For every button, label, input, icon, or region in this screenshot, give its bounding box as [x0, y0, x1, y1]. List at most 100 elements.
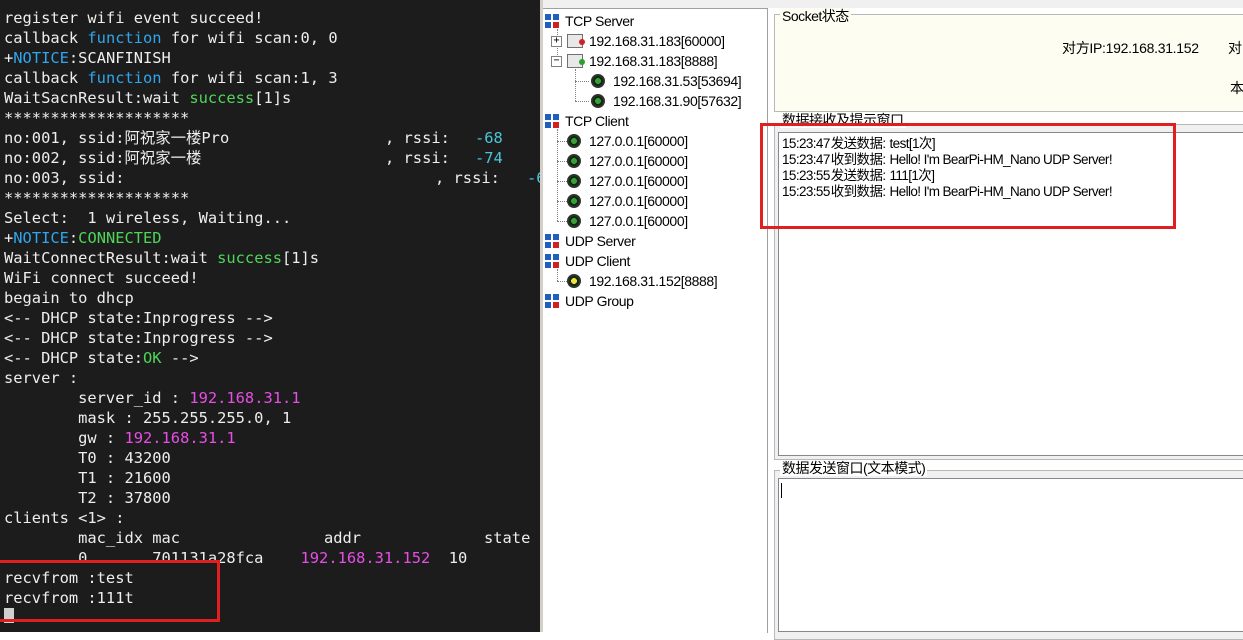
terminal-line: begain to dhcp	[4, 288, 134, 308]
terminal-line: ********************	[4, 188, 189, 208]
tree-group-udp-group[interactable]: UDP Group	[565, 291, 634, 311]
tree-connector-line	[557, 129, 558, 221]
network-group-icon	[545, 234, 559, 248]
terminal-text: NOTICE	[13, 229, 69, 247]
tree-connector-line	[575, 101, 589, 102]
terminal-text: callback	[4, 69, 88, 87]
tree-item-connection[interactable]: 192.168.31.183[8888]	[589, 51, 718, 71]
terminal-text: 10	[430, 549, 468, 567]
tree-connector-line	[557, 281, 567, 282]
terminal-line: T0 : 43200	[4, 448, 171, 468]
terminal-line: clients <1> :	[4, 508, 124, 528]
tree-group-tcp-client[interactable]: TCP Client	[565, 111, 629, 131]
terminal-text: function	[87, 69, 162, 87]
terminal-line: <-- DHCP state:Inprogress -->	[4, 328, 273, 348]
tree-item-connection[interactable]: 127.0.0.1[60000]	[589, 151, 688, 171]
terminal-line: server :	[4, 368, 78, 388]
send-textarea[interactable]	[778, 478, 1243, 632]
terminal-text: register wifi event succeed!	[4, 9, 264, 27]
tree-item-connection[interactable]: 192.168.31.152[8888]	[589, 271, 718, 291]
terminal-text: NOTICE	[13, 49, 69, 67]
tree-connector-line	[557, 221, 567, 222]
terminal-line: register wifi event succeed!	[4, 8, 263, 28]
terminal-text: 192.168.31.1	[189, 389, 301, 407]
tree-group-udp-server[interactable]: UDP Server	[565, 231, 636, 251]
terminal-text: server_id :	[4, 389, 190, 407]
peer-port-label: 对	[1228, 40, 1242, 56]
text-caret	[781, 483, 782, 498]
terminal-line: callback function for wifi scan:0, 0	[4, 28, 338, 48]
terminal-line: callback function for wifi scan:1, 3	[4, 68, 338, 88]
connection-icon	[567, 134, 581, 148]
connection-tree[interactable]: TCP Server +192.168.31.183[60000] − 192.168…	[543, 8, 768, 633]
terminal-column-text: -74	[475, 149, 503, 167]
terminal-text: for wifi scan:1, 3	[161, 69, 338, 87]
terminal-line: <-- DHCP state:Inprogress -->	[4, 308, 273, 328]
terminal-text: gw :	[4, 429, 125, 447]
network-group-icon	[545, 254, 559, 268]
terminal-text: clients <1> :	[4, 509, 125, 527]
tree-item-connection[interactable]: 192.168.31.53[53694]	[613, 71, 742, 91]
network-group-icon	[545, 114, 559, 128]
peer-ip-label: 对方IP:192.168.31.152	[1062, 40, 1199, 56]
tree-connector-line	[557, 161, 567, 162]
terminal-text: for wifi scan:0, 0	[161, 29, 338, 47]
terminal-column-text: state	[484, 529, 531, 547]
terminal-text: WaitConnectResult:wait	[4, 249, 218, 267]
terminal-line: T2 : 37800	[4, 488, 171, 508]
network-group-icon	[545, 14, 559, 28]
tree-item-connection[interactable]: 127.0.0.1[60000]	[589, 211, 688, 231]
terminal-highlight-box	[0, 560, 220, 622]
tree-group-udp-client[interactable]: UDP Client	[565, 251, 630, 271]
tree-item-connection[interactable]: 127.0.0.1[60000]	[589, 191, 688, 211]
terminal-text: <-- DHCP state:	[4, 349, 143, 367]
terminal-text: no:003, ssid:	[4, 169, 125, 187]
socket-status-title: Socket状态	[780, 8, 851, 24]
terminal-line: mac_idx mac	[4, 528, 180, 548]
connection-icon	[567, 154, 581, 168]
connection-icon	[591, 74, 605, 88]
connection-icon	[567, 194, 581, 208]
terminal-text: OK	[143, 349, 162, 367]
tree-connector-line	[557, 181, 567, 182]
terminal-text: <-- DHCP state:Inprogress -->	[4, 329, 273, 347]
terminal-text: [1]s	[254, 89, 292, 107]
terminal-column-text: -68	[475, 129, 503, 147]
terminal-line: mask : 255.255.255.0, 1	[4, 408, 291, 428]
socket-status-group	[774, 14, 1243, 112]
tree-connector-line	[575, 81, 589, 82]
connection-icon	[567, 174, 581, 188]
terminal-line: no:002, ssid:阿祝家一楼	[4, 148, 201, 168]
tree-item-connection[interactable]: 127.0.0.1[60000]	[589, 131, 688, 151]
terminal-text: :	[68, 229, 79, 247]
send-window-title: 数据发送窗口(文本模式)	[780, 460, 928, 476]
connection-icon	[567, 214, 581, 228]
app-top-strip	[543, 0, 1243, 8]
terminal-text: function	[87, 29, 162, 47]
expand-icon[interactable]: +	[551, 36, 562, 47]
terminal-line: WaitConnectResult:wait success[1]s	[4, 248, 319, 268]
collapse-icon[interactable]: −	[551, 56, 562, 67]
terminal-text: +	[4, 49, 14, 67]
terminal-text: T0 : 43200	[4, 449, 171, 467]
terminal-text: success	[189, 89, 255, 107]
local-info-label: 本	[1230, 80, 1243, 96]
terminal-line: no:001, ssid:阿祝家一楼Pro	[4, 128, 229, 148]
tree-connector-line	[575, 69, 576, 101]
terminal-line: gw : 192.168.31.1	[4, 428, 236, 448]
terminal-column-text: addr	[324, 529, 362, 547]
tree-item-connection[interactable]: 192.168.31.183[60000]	[589, 31, 725, 51]
terminal-text: :SCANFINISH	[68, 49, 171, 67]
terminal-text: no:002, ssid:阿祝家一楼	[4, 149, 202, 167]
terminal-column-text: -6	[527, 169, 540, 187]
tree-group-tcp-server[interactable]: TCP Server	[565, 11, 634, 31]
terminal-text: success	[217, 249, 282, 267]
serial-terminal[interactable]: register wifi event succeed! callback fun…	[0, 0, 540, 632]
tree-item-connection[interactable]: 192.168.31.90[57632]	[613, 91, 742, 111]
tree-item-connection[interactable]: 127.0.0.1[60000]	[589, 171, 688, 191]
terminal-text: no:001, ssid:阿祝家一楼Pro	[4, 129, 230, 147]
terminal-text: begain to dhcp	[4, 289, 134, 307]
server-running-icon	[567, 54, 585, 68]
terminal-line: T1 : 21600	[4, 468, 171, 488]
terminal-text: ********************	[4, 189, 190, 207]
